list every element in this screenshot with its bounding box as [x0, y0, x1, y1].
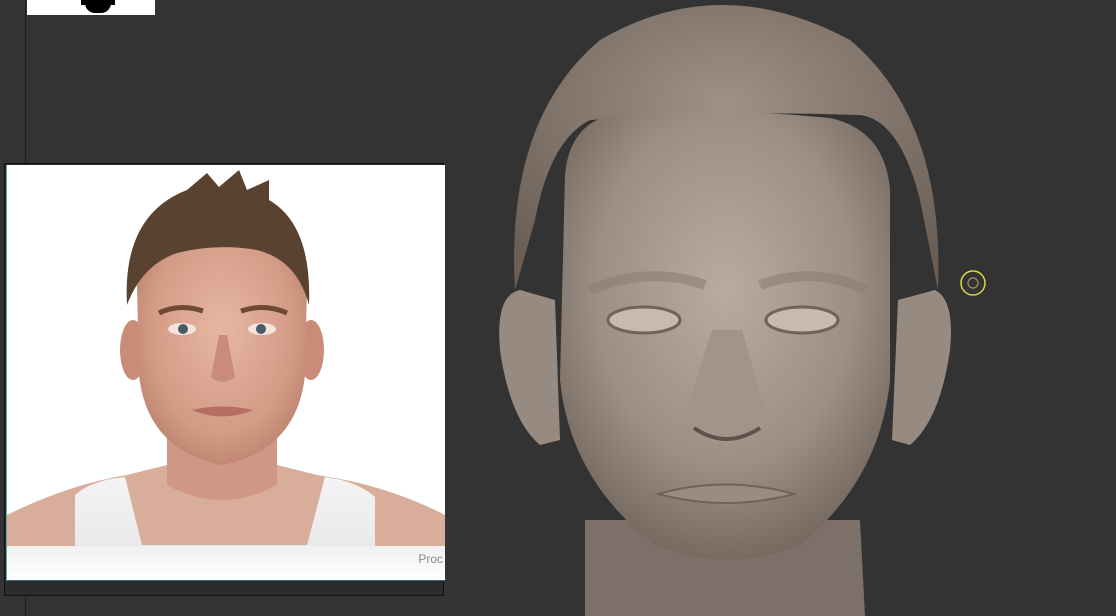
sculpted-head-model[interactable]: [480, 0, 980, 616]
watermark-text: Proc: [418, 552, 443, 566]
photo-bottom-fade: [7, 546, 445, 580]
navigation-thumbnail-icon[interactable]: [27, 0, 155, 15]
viewport-canvas[interactable]: Proc: [0, 0, 1116, 616]
portrait-drawing: [7, 170, 445, 580]
brush-cursor-icon: [960, 270, 986, 296]
reference-photo-image: Proc: [6, 165, 445, 581]
thumbnail-silhouette: [81, 0, 115, 13]
